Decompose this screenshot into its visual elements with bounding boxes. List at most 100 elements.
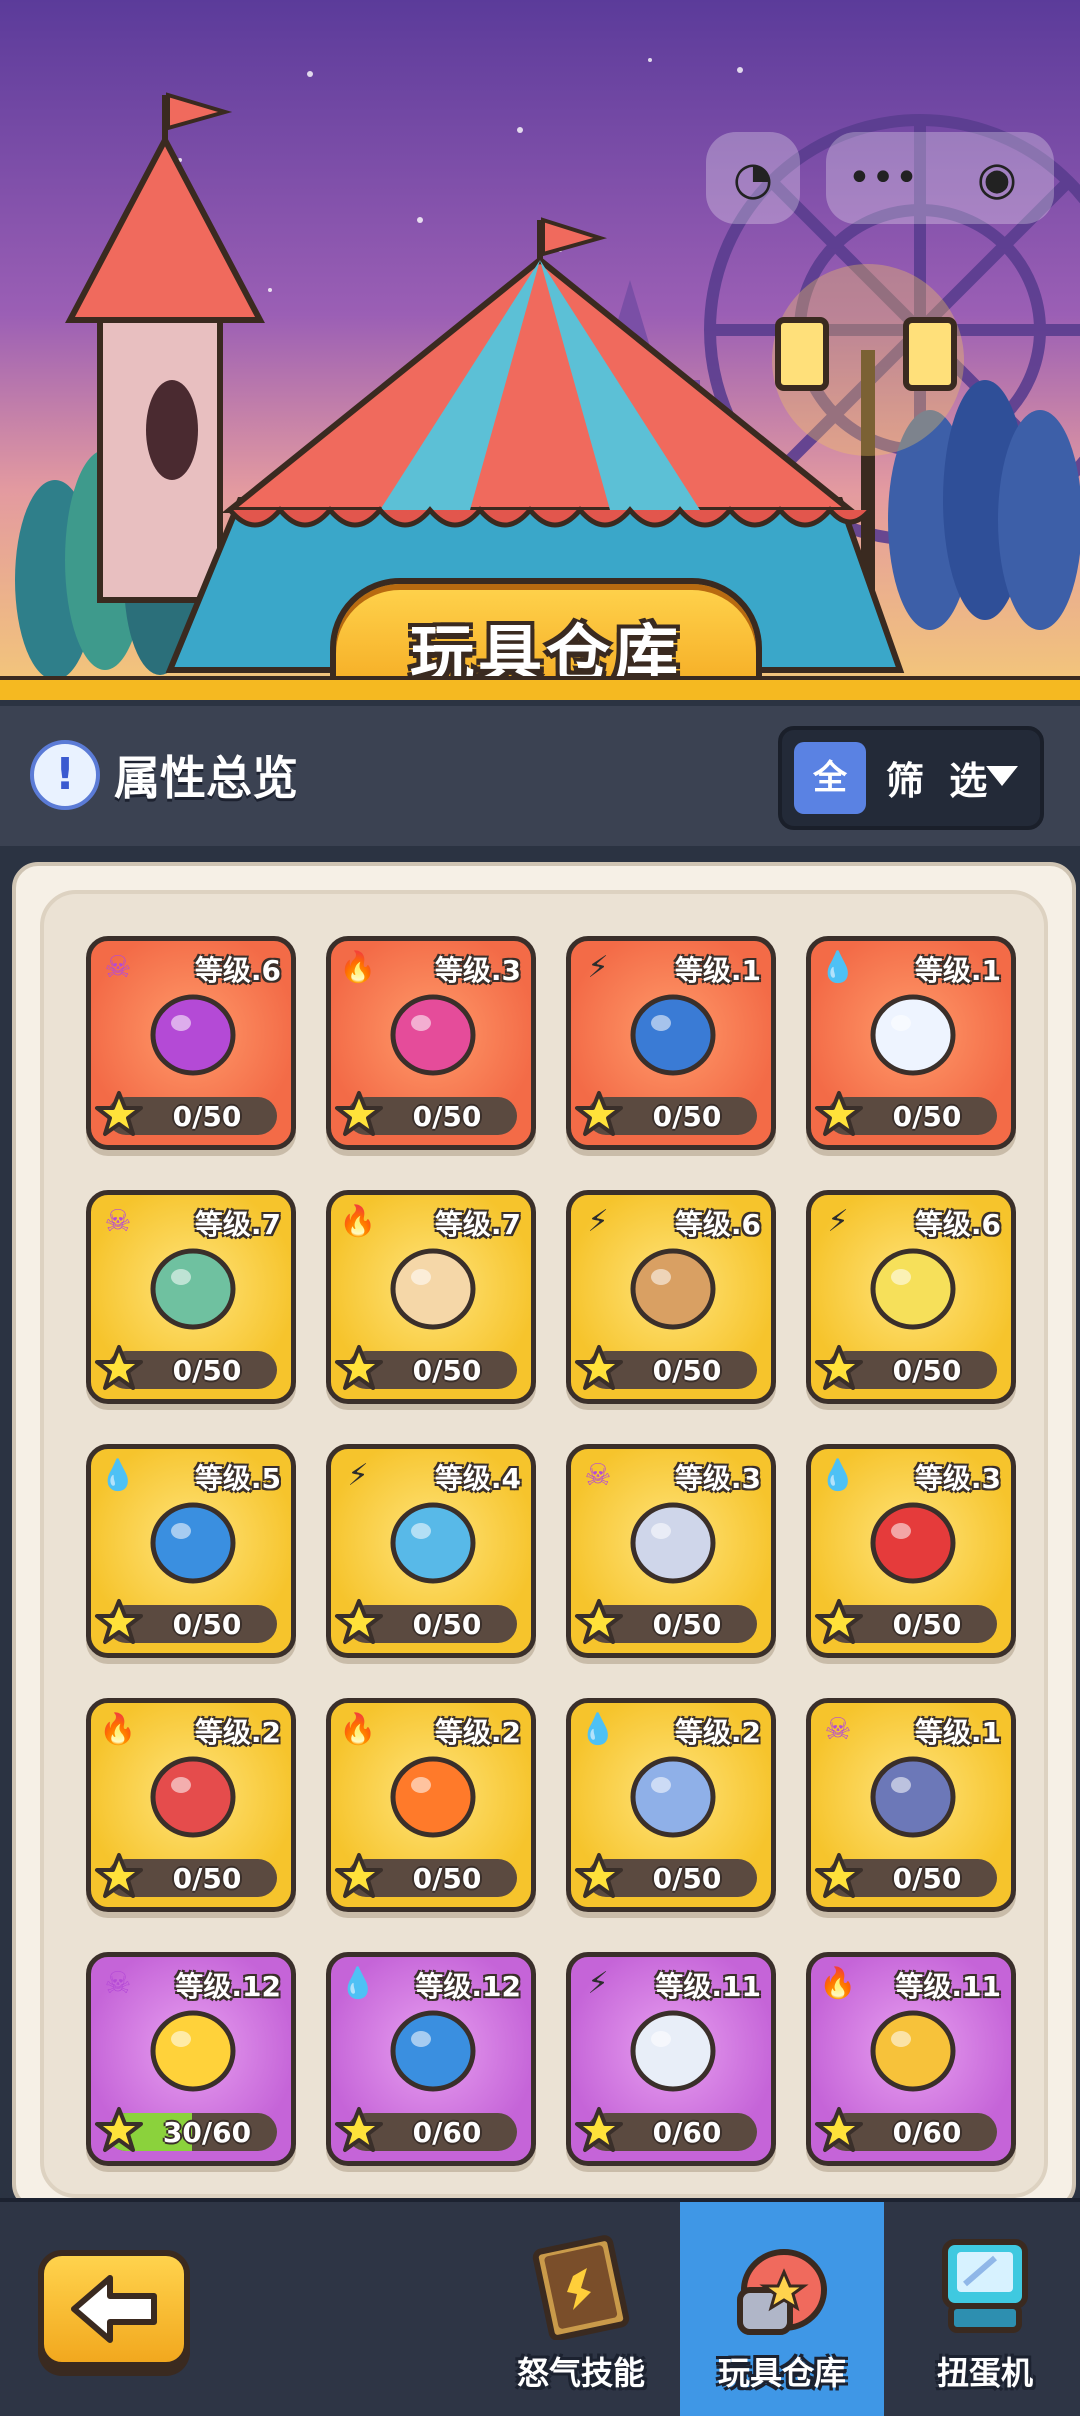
back-button[interactable] xyxy=(38,2250,190,2368)
fire-scroll-icon xyxy=(390,1248,476,1330)
fire-element-icon: 🔥 xyxy=(339,1204,377,1239)
eye-compass-icon xyxy=(150,994,236,1076)
bananas-icon xyxy=(870,1248,956,1330)
toy-card[interactable]: ⚡ 等级.1 0/50 xyxy=(566,936,776,1150)
fire-element-icon: 🔥 xyxy=(339,950,377,985)
toy-card[interactable]: 🔥 等级.2 0/50 xyxy=(86,1698,296,1912)
toy-level: 等级.6 xyxy=(194,954,281,987)
helmet-icon xyxy=(870,1756,956,1838)
drop-element-icon: 💧 xyxy=(579,1712,617,1747)
red-shoes-icon xyxy=(870,1502,956,1584)
toy-level: 等级.3 xyxy=(914,1462,1001,1495)
spiky-ball-icon xyxy=(150,2010,236,2092)
more-options-icon[interactable]: ••• xyxy=(826,132,940,224)
skull-element-icon: ☠ xyxy=(104,1204,132,1239)
toy-grid-panel: ☠ 等级.6 0/50 🔥 等级.3 0/50 ⚡ 等级.1 0/50 💧 等级.1 0/50 ☠ 等级.… xyxy=(12,862,1076,2210)
toy-card[interactable]: ☠ 等级.7 0/50 xyxy=(86,1190,296,1404)
toy-level: 等级.1 xyxy=(914,1716,1001,1749)
filter-dropdown[interactable]: 全 筛 选 xyxy=(778,726,1044,830)
toy-level: 等级.2 xyxy=(674,1716,761,1749)
tab-label: 扭蛋机 xyxy=(936,2354,1033,2392)
toy-card[interactable]: 💧 等级.12 0/60 xyxy=(326,1952,536,2166)
mini-program-capsule: ••• ◉ xyxy=(826,132,1054,224)
toy-level: 等级.3 xyxy=(674,1462,761,1495)
acorn-icon xyxy=(870,2010,956,2092)
toy-level: 等级.1 xyxy=(674,954,761,987)
star-piece-icon xyxy=(575,1345,623,1390)
star-piece-icon xyxy=(95,2107,143,2152)
amulet-icon xyxy=(390,2010,476,2092)
toy-level: 等级.12 xyxy=(175,1970,281,2003)
star-piece-icon xyxy=(815,1599,863,1644)
drop-element-icon: 💧 xyxy=(819,1458,857,1493)
star-piece-icon xyxy=(575,1091,623,1136)
tab-gacha-machine[interactable]: 扭蛋机 xyxy=(890,2202,1080,2416)
caret-down-icon xyxy=(986,766,1018,786)
toy-card[interactable]: ⚡ 等级.6 0/50 xyxy=(566,1190,776,1404)
star-piece-icon xyxy=(815,1853,863,1898)
close-target-icon[interactable]: ◉ xyxy=(940,132,1054,224)
toy-card[interactable]: 🔥 等级.11 0/60 xyxy=(806,1952,1016,2166)
filter-label: 筛 选 xyxy=(886,759,994,803)
bolt-element-icon: ⚡ xyxy=(587,1966,609,2001)
toy-level: 等级.1 xyxy=(914,954,1001,987)
toy-level: 等级.11 xyxy=(895,1970,1001,2003)
star-piece-icon xyxy=(335,1599,383,1644)
toy-warehouse-icon xyxy=(737,2249,827,2335)
toy-level: 等级.4 xyxy=(434,1462,521,1495)
toy-card[interactable]: 🔥 等级.3 0/50 xyxy=(326,936,536,1150)
toy-level: 等级.6 xyxy=(674,1208,761,1241)
toy-grid[interactable]: ☠ 等级.6 0/50 🔥 等级.3 0/50 ⚡ 等级.1 0/50 💧 等级.1 0/50 ☠ 等级.… xyxy=(40,890,1048,2198)
snowman-icon xyxy=(870,994,956,1076)
gacha-machine-icon xyxy=(942,2239,1028,2333)
rage-book-icon xyxy=(532,2235,630,2340)
toy-card[interactable]: 💧 等级.5 0/50 xyxy=(86,1444,296,1658)
sword-icon xyxy=(630,1502,716,1584)
star-piece-icon xyxy=(575,1853,623,1898)
skull-element-icon: ☠ xyxy=(584,1458,612,1493)
toy-card[interactable]: 💧 等级.3 0/50 xyxy=(806,1444,1016,1658)
attribute-overview-label[interactable]: 属性总览 xyxy=(114,742,298,808)
blue-can-monster-icon xyxy=(630,994,716,1076)
toy-card[interactable]: 🔥 等级.7 0/50 xyxy=(326,1190,536,1404)
toy-card[interactable]: ☠ 等级.1 0/50 xyxy=(806,1698,1016,1912)
filter-all-badge: 全 xyxy=(794,742,866,814)
star-piece-icon xyxy=(95,1599,143,1644)
star-piece-icon xyxy=(815,1091,863,1136)
bottom-nav: 怒气技能 玩具仓库 扭蛋机 xyxy=(0,2198,1080,2416)
toy-card[interactable]: 💧 等级.2 0/50 xyxy=(566,1698,776,1912)
toy-card[interactable]: ☠ 等级.3 0/50 xyxy=(566,1444,776,1658)
pacman-icon: ◔ xyxy=(732,151,774,205)
fire-element-icon: 🔥 xyxy=(819,1966,857,2001)
game-center-button[interactable]: ◔ xyxy=(706,132,800,224)
bolt-element-icon: ⚡ xyxy=(827,1204,849,1239)
drop-element-icon: 💧 xyxy=(339,1966,377,2001)
star-piece-icon xyxy=(335,2107,383,2152)
star-piece-icon xyxy=(575,1599,623,1644)
toy-card[interactable]: ☠ 等级.6 0/50 xyxy=(86,936,296,1150)
info-icon[interactable]: ! xyxy=(30,740,100,810)
skull-element-icon: ☠ xyxy=(104,950,132,985)
water-jar-icon xyxy=(150,1502,236,1584)
toy-card[interactable]: ☠ 等级.12 30/60 xyxy=(86,1952,296,2166)
toy-card[interactable]: ⚡ 等级.11 0/60 xyxy=(566,1952,776,2166)
tab-rage-skills[interactable]: 怒气技能 xyxy=(488,2202,674,2416)
star-piece-icon xyxy=(575,2107,623,2152)
arrow-left-icon xyxy=(71,2275,157,2343)
dart-target-icon xyxy=(150,1756,236,1838)
toy-card[interactable]: ⚡ 等级.6 0/50 xyxy=(806,1190,1016,1404)
tab-toy-warehouse[interactable]: 玩具仓库 xyxy=(680,2202,884,2416)
tab-label: 玩具仓库 xyxy=(717,2354,846,2392)
star-piece-icon xyxy=(335,1853,383,1898)
toy-card[interactable]: ⚡ 等级.4 0/50 xyxy=(326,1444,536,1658)
skull-element-icon: ☠ xyxy=(824,1712,852,1747)
drop-element-icon: 💧 xyxy=(819,950,857,985)
fire-element-icon: 🔥 xyxy=(339,1712,377,1747)
dragon-fruit-icon xyxy=(390,994,476,1076)
teddy-bear-icon xyxy=(630,1248,716,1330)
lightning-card-icon xyxy=(390,1502,476,1584)
toy-card[interactable]: 🔥 等级.2 0/50 xyxy=(326,1698,536,1912)
toy-card[interactable]: 💧 等级.1 0/50 xyxy=(806,936,1016,1150)
bolt-element-icon: ⚡ xyxy=(347,1458,369,1493)
penguin-icon xyxy=(630,1756,716,1838)
